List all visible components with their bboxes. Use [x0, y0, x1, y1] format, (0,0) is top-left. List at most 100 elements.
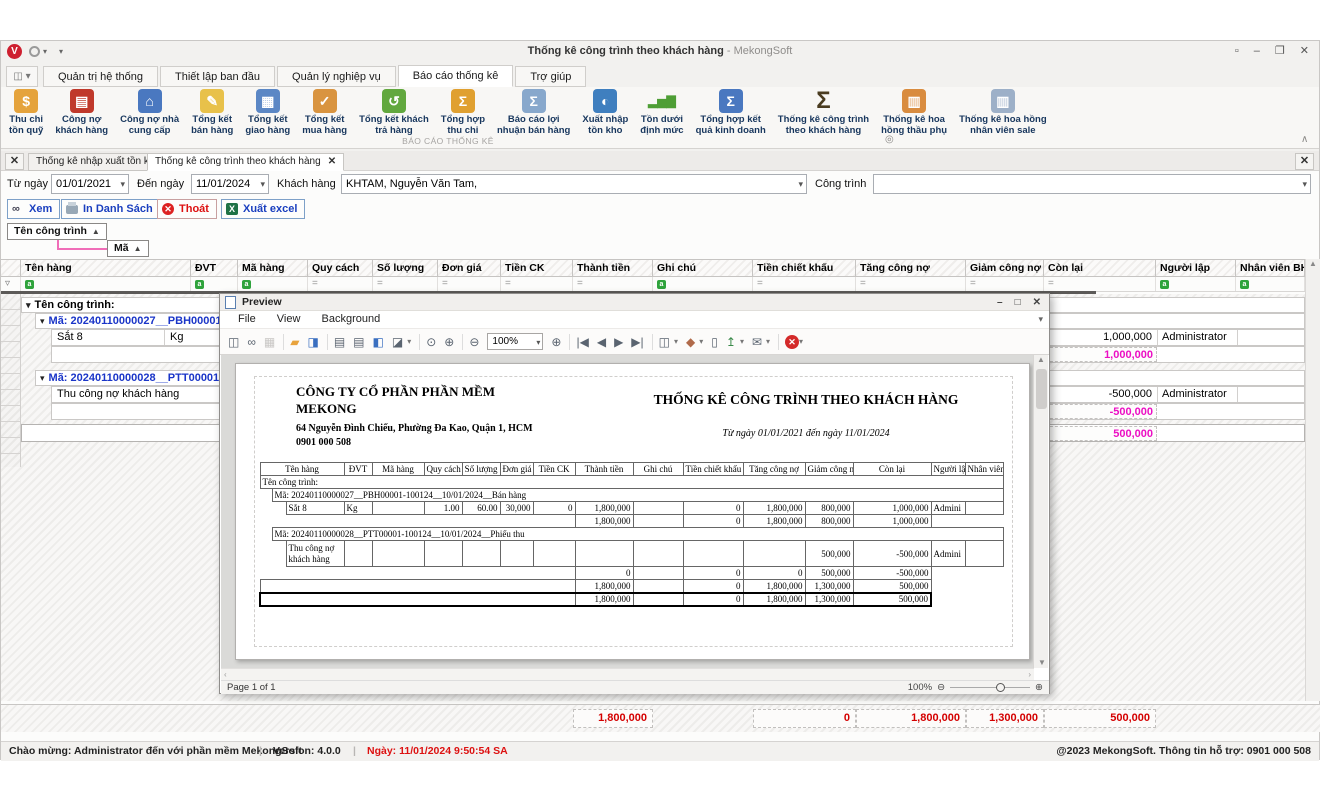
expand-arrow-icon[interactable]: ▾: [26, 300, 31, 310]
filter-cell[interactable]: =: [966, 277, 1044, 291]
email-icon[interactable]: ✉: [752, 335, 762, 349]
filter-cell[interactable]: =: [753, 277, 856, 291]
export-icon[interactable]: ↥: [726, 335, 736, 349]
filter-cell[interactable]: =: [1044, 277, 1156, 291]
grid-col-thanh-tien[interactable]: Thành tiền: [573, 260, 653, 276]
menu-tab-quan-tri-he-thong[interactable]: Quản trị hệ thống: [43, 66, 158, 87]
filter-cell[interactable]: =: [501, 277, 573, 291]
filter-cell[interactable]: a: [1156, 277, 1236, 291]
ribbon-group-dialog-icon[interactable]: ◎: [885, 134, 894, 145]
tabbar-close-button[interactable]: ✕: [5, 153, 24, 170]
ribbon-item-tong-ket-mua-hang[interactable]: ✓Tổng kết mua hàng: [296, 88, 353, 138]
preview-menu-view[interactable]: View: [277, 313, 301, 325]
ribbon-item-hoa-hong-thau-phu[interactable]: ▥Thống kê hoa hồng thầu phụ: [875, 88, 953, 138]
view-button[interactable]: ∞Xem: [7, 199, 60, 219]
chevron-down-icon[interactable]: ▾: [799, 337, 803, 346]
export-excel-button[interactable]: XXuất excel: [221, 199, 305, 219]
grid-col-quy-cach[interactable]: Quy cách: [308, 260, 373, 276]
ribbon-item-ton-duoi-dinh-muc[interactable]: ▂▅▇Tồn dưới định mức: [634, 88, 689, 138]
zoom-in-icon[interactable]: ⊕: [551, 335, 561, 349]
groupby-project-chip[interactable]: Tên công trình▲: [7, 223, 107, 240]
tab-close-icon[interactable]: ✕: [328, 156, 336, 167]
ribbon-item-ket-qua-kinh-doanh[interactable]: ΣTổng hợp kết quả kinh doanh: [690, 88, 772, 138]
filter-cell[interactable]: a: [238, 277, 308, 291]
ribbon-item-tong-ket-giao-hang[interactable]: ▦Tổng kết giao hàng: [239, 88, 296, 138]
page-setup-icon[interactable]: ◫: [228, 335, 239, 349]
ribbon-item-xuat-nhap-ton-kho[interactable]: ◐Xuất nhập tồn kho: [576, 88, 634, 138]
menu-tab-tro-giup[interactable]: Trợ giúp: [515, 66, 586, 87]
multi-page-icon[interactable]: ◫: [659, 335, 670, 349]
close-icon[interactable]: ✕: [1300, 45, 1309, 58]
watermark-icon[interactable]: ◆: [686, 335, 695, 349]
exit-button[interactable]: ✕Thoát: [157, 199, 217, 219]
doc-tab-cong-trinh-theo-khach-hang[interactable]: Thống kê công trình theo khách hàng✕: [147, 153, 344, 171]
filter-cell[interactable]: a: [21, 277, 191, 291]
filter-cell[interactable]: a: [1236, 277, 1305, 291]
filter-cell[interactable]: =: [573, 277, 653, 291]
prev-page-icon[interactable]: ◀: [597, 335, 606, 349]
filter-cell[interactable]: a: [653, 277, 753, 291]
print-list-button[interactable]: In Danh Sách: [61, 199, 161, 219]
grid-col-nhan-vien-bh[interactable]: Nhân viên BH: [1236, 260, 1305, 276]
next-page-icon[interactable]: ▶: [614, 335, 623, 349]
zoom-select[interactable]: 100%▾: [487, 333, 543, 350]
chevron-down-icon[interactable]: ▾: [1302, 175, 1307, 193]
grid-col-don-gia[interactable]: Đơn giá: [438, 260, 501, 276]
customer-select[interactable]: KHTAM, Nguyễn Văn Tam,▾: [341, 174, 807, 194]
project-select[interactable]: ▾: [873, 174, 1311, 194]
filter-cell[interactable]: =: [373, 277, 438, 291]
close-preview-icon[interactable]: ✕: [785, 335, 799, 349]
chevron-down-icon[interactable]: ▾: [120, 175, 125, 193]
chevron-down-icon[interactable]: ▾: [798, 175, 803, 193]
chevron-down-icon[interactable]: ▾: [674, 337, 678, 346]
zoom-out-icon[interactable]: ⊖: [937, 681, 945, 694]
preview-horizontal-scrollbar[interactable]: ‹›: [221, 668, 1034, 680]
ribbon-item-cong-no-nha-cung-cap[interactable]: ⌂Công nợ nhà cung cấp: [114, 88, 185, 138]
preview-close-icon[interactable]: ✕: [1033, 295, 1041, 311]
background-color-icon[interactable]: ◪: [392, 335, 403, 349]
ribbon-item-khach-tra-hang[interactable]: ↺Tổng kết khách trả hàng: [353, 88, 435, 138]
last-page-icon[interactable]: ▶|: [631, 335, 643, 349]
menu-tab-quan-ly-nghiep-vu[interactable]: Quản lý nghiệp vụ: [277, 66, 396, 87]
preview-title-bar[interactable]: Preview – □ ✕: [220, 294, 1049, 311]
zoom-slider-thumb[interactable]: [996, 683, 1005, 692]
grid-col-con-lai[interactable]: Còn lại: [1044, 260, 1156, 276]
zoom-in-icon[interactable]: ⊕: [1035, 681, 1043, 694]
expand-arrow-icon[interactable]: ▾: [40, 373, 45, 383]
chevron-down-icon[interactable]: ▾: [260, 175, 265, 193]
scale-icon[interactable]: ◧: [373, 335, 384, 349]
preview-menu-overflow-icon[interactable]: ▾: [1038, 311, 1043, 328]
ribbon-item-loi-nhuan-ban-hang[interactable]: ΣBáo cáo lợi nhuận bán hàng: [491, 88, 576, 138]
grid-col-tang-cong-no[interactable]: Tăng công nợ: [856, 260, 966, 276]
filter-cell[interactable]: =: [438, 277, 501, 291]
zoom-slider[interactable]: [950, 687, 1030, 688]
find-icon[interactable]: ∞: [247, 335, 256, 349]
preview-maximize-icon[interactable]: □: [1015, 295, 1021, 311]
grid-col-nguoi-lap[interactable]: Người lập: [1156, 260, 1236, 276]
print-direct-icon[interactable]: ▤: [353, 335, 364, 349]
magnifier-icon[interactable]: ⊕: [444, 335, 454, 349]
ribbon-item-cong-trinh-theo-khach-hang[interactable]: ΣThống kê công trình theo khách hàng: [772, 88, 875, 138]
ribbon-item-tong-hop-thu-chi[interactable]: ΣTổng hợp thu chi: [435, 88, 491, 138]
grid-col-so-luong[interactable]: Số lượng: [373, 260, 438, 276]
expand-arrow-icon[interactable]: ▾: [40, 316, 45, 326]
grid-col-tien-chiet-khau[interactable]: Tiền chiết khấu: [753, 260, 856, 276]
filter-cell[interactable]: =: [308, 277, 373, 291]
restore-icon[interactable]: ❐: [1275, 45, 1285, 58]
preview-menu-background[interactable]: Background: [322, 313, 381, 325]
chevron-down-icon[interactable]: ▾: [407, 337, 411, 346]
groupby-code-chip[interactable]: Mã▲: [107, 240, 149, 257]
to-date-input[interactable]: 11/01/2024▾: [191, 174, 269, 194]
save-icon[interactable]: ◨: [307, 335, 318, 349]
grid-col-ma-hang[interactable]: Mã hàng: [238, 260, 308, 276]
grid-vertical-scrollbar[interactable]: ▲: [1305, 259, 1320, 701]
print-icon[interactable]: ▤: [334, 335, 345, 349]
menu-tab-bao-cao-thong-ke[interactable]: Báo cáo thống kê: [398, 65, 514, 87]
layout-menu-button[interactable]: ◫ ▾: [6, 66, 38, 87]
minimize-icon[interactable]: –: [1254, 45, 1260, 58]
preview-minimize-icon[interactable]: –: [997, 295, 1003, 311]
tabbar-close-right-button[interactable]: ✕: [1295, 153, 1314, 170]
preview-vertical-scrollbar[interactable]: ▲▼: [1033, 355, 1048, 668]
ribbon-item-thu-chi-ton-quy[interactable]: $Thu chi tồn quỹ: [3, 88, 49, 138]
document-map-icon[interactable]: ▯: [711, 335, 718, 349]
